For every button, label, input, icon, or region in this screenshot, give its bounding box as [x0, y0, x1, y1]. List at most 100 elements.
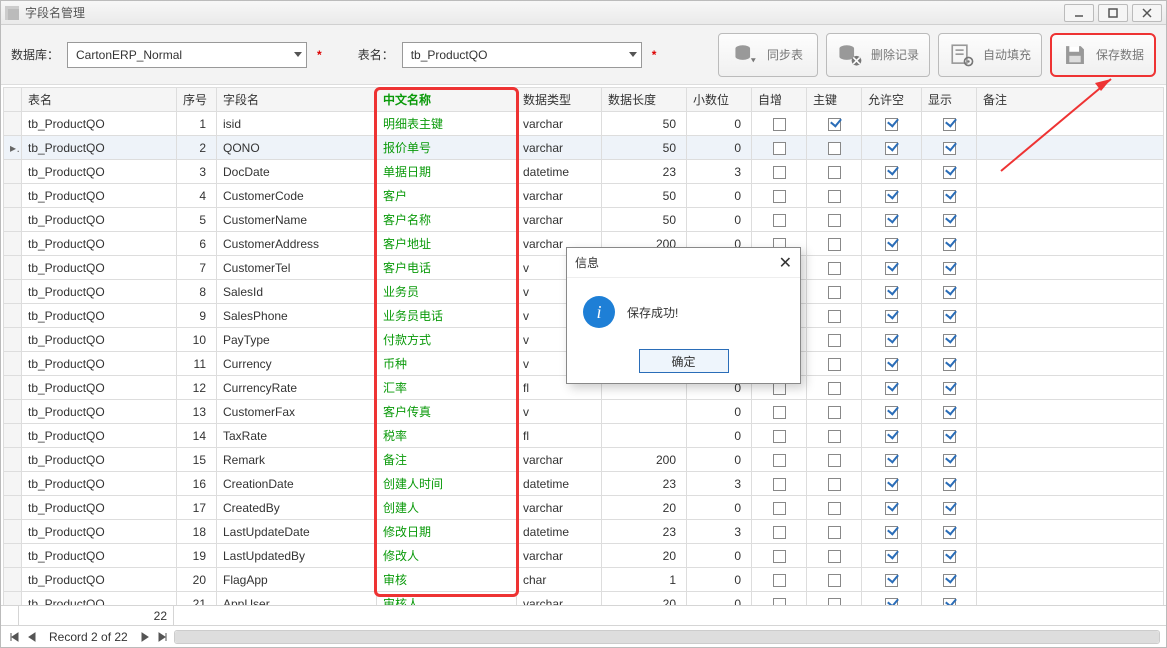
- checkbox-pk[interactable]: [828, 286, 841, 299]
- cell-remark[interactable]: [977, 568, 1164, 592]
- checkbox-nullable[interactable]: [885, 574, 898, 587]
- cell-checkbox-pk[interactable]: [807, 136, 862, 160]
- cell-table[interactable]: tb_ProductQO: [22, 184, 177, 208]
- cell-checkbox-display[interactable]: [922, 136, 977, 160]
- cell-field[interactable]: LastUpdatedBy: [217, 544, 377, 568]
- cell-checkbox-pk[interactable]: [807, 544, 862, 568]
- cell-remark[interactable]: [977, 472, 1164, 496]
- cell-checkbox-nullable[interactable]: [862, 304, 922, 328]
- checkbox-pk[interactable]: [828, 406, 841, 419]
- checkbox-pk[interactable]: [828, 334, 841, 347]
- cell-decimal[interactable]: 0: [687, 112, 752, 136]
- cell-length[interactable]: 23: [602, 472, 687, 496]
- cell-checkbox-display[interactable]: [922, 232, 977, 256]
- cell-checkbox-display[interactable]: [922, 376, 977, 400]
- nav-next[interactable]: [138, 630, 152, 644]
- cell-length[interactable]: 23: [602, 520, 687, 544]
- col-length[interactable]: 数据长度: [602, 88, 687, 112]
- database-dropdown[interactable]: CartonERP_Normal: [67, 42, 307, 68]
- cell-cname[interactable]: 备注: [377, 448, 517, 472]
- cell-field[interactable]: AppUser: [217, 592, 377, 606]
- cell-seq[interactable]: 10: [177, 328, 217, 352]
- cell-checkbox-autoinc[interactable]: [752, 448, 807, 472]
- cell-checkbox-nullable[interactable]: [862, 184, 922, 208]
- cell-table[interactable]: tb_ProductQO: [22, 232, 177, 256]
- cell-length[interactable]: 200: [602, 448, 687, 472]
- checkbox-nullable[interactable]: [885, 430, 898, 443]
- cell-cname[interactable]: 单据日期: [377, 160, 517, 184]
- checkbox-nullable[interactable]: [885, 382, 898, 395]
- cell-decimal[interactable]: 0: [687, 136, 752, 160]
- cell-remark[interactable]: [977, 184, 1164, 208]
- cell-checkbox-pk[interactable]: [807, 520, 862, 544]
- cell-checkbox-nullable[interactable]: [862, 376, 922, 400]
- cell-checkbox-nullable[interactable]: [862, 400, 922, 424]
- checkbox-display[interactable]: [943, 574, 956, 587]
- cell-table[interactable]: tb_ProductQO: [22, 376, 177, 400]
- cell-field[interactable]: SalesPhone: [217, 304, 377, 328]
- cell-field[interactable]: CustomerFax: [217, 400, 377, 424]
- cell-field[interactable]: CurrencyRate: [217, 376, 377, 400]
- cell-table[interactable]: tb_ProductQO: [22, 568, 177, 592]
- cell-checkbox-pk[interactable]: [807, 568, 862, 592]
- table-row[interactable]: tb_ProductQO18LastUpdateDate修改日期datetime…: [4, 520, 1164, 544]
- cell-type[interactable]: varchar: [517, 208, 602, 232]
- cell-checkbox-nullable[interactable]: [862, 136, 922, 160]
- checkbox-pk[interactable]: [828, 382, 841, 395]
- checkbox-nullable[interactable]: [885, 598, 898, 605]
- checkbox-nullable[interactable]: [885, 238, 898, 251]
- checkbox-pk[interactable]: [828, 574, 841, 587]
- cell-checkbox-nullable[interactable]: [862, 592, 922, 606]
- checkbox-nullable[interactable]: [885, 454, 898, 467]
- checkbox-display[interactable]: [943, 286, 956, 299]
- cell-checkbox-autoinc[interactable]: [752, 136, 807, 160]
- cell-checkbox-autoinc[interactable]: [752, 496, 807, 520]
- cell-field[interactable]: CreatedBy: [217, 496, 377, 520]
- cell-checkbox-autoinc[interactable]: [752, 568, 807, 592]
- col-nullable[interactable]: 允许空: [862, 88, 922, 112]
- table-row[interactable]: tb_ProductQO13CustomerFax客户传真v0: [4, 400, 1164, 424]
- table-row[interactable]: tb_ProductQO19LastUpdatedBy修改人varchar200: [4, 544, 1164, 568]
- cell-seq[interactable]: 13: [177, 400, 217, 424]
- cell-remark[interactable]: [977, 376, 1164, 400]
- checkbox-display[interactable]: [943, 598, 956, 605]
- checkbox-pk[interactable]: [828, 478, 841, 491]
- checkbox-display[interactable]: [943, 262, 956, 275]
- checkbox-nullable[interactable]: [885, 526, 898, 539]
- cell-seq[interactable]: 7: [177, 256, 217, 280]
- sync-button[interactable]: 同步表: [718, 33, 818, 77]
- cell-table[interactable]: tb_ProductQO: [22, 520, 177, 544]
- cell-remark[interactable]: [977, 520, 1164, 544]
- checkbox-autoinc[interactable]: [773, 166, 786, 179]
- cell-table[interactable]: tb_ProductQO: [22, 328, 177, 352]
- cell-remark[interactable]: [977, 448, 1164, 472]
- cell-checkbox-autoinc[interactable]: [752, 424, 807, 448]
- cell-checkbox-display[interactable]: [922, 280, 977, 304]
- cell-remark[interactable]: [977, 160, 1164, 184]
- checkbox-display[interactable]: [943, 310, 956, 323]
- cell-decimal[interactable]: 0: [687, 208, 752, 232]
- col-pk[interactable]: 主键: [807, 88, 862, 112]
- cell-length[interactable]: 1: [602, 568, 687, 592]
- cell-checkbox-nullable[interactable]: [862, 232, 922, 256]
- cell-remark[interactable]: [977, 232, 1164, 256]
- cell-checkbox-pk[interactable]: [807, 184, 862, 208]
- cell-cname[interactable]: 汇率: [377, 376, 517, 400]
- cell-checkbox-pk[interactable]: [807, 328, 862, 352]
- cell-decimal[interactable]: 0: [687, 400, 752, 424]
- cell-seq[interactable]: 14: [177, 424, 217, 448]
- cell-decimal[interactable]: 0: [687, 448, 752, 472]
- cell-type[interactable]: char: [517, 568, 602, 592]
- checkbox-pk[interactable]: [828, 118, 841, 131]
- cell-decimal[interactable]: 3: [687, 160, 752, 184]
- checkbox-nullable[interactable]: [885, 358, 898, 371]
- cell-checkbox-pk[interactable]: [807, 400, 862, 424]
- cell-checkbox-nullable[interactable]: [862, 520, 922, 544]
- cell-cname[interactable]: 客户传真: [377, 400, 517, 424]
- cell-seq[interactable]: 18: [177, 520, 217, 544]
- cell-checkbox-display[interactable]: [922, 256, 977, 280]
- cell-checkbox-autoinc[interactable]: [752, 520, 807, 544]
- cell-type[interactable]: varchar: [517, 184, 602, 208]
- checkbox-display[interactable]: [943, 118, 956, 131]
- checkbox-display[interactable]: [943, 526, 956, 539]
